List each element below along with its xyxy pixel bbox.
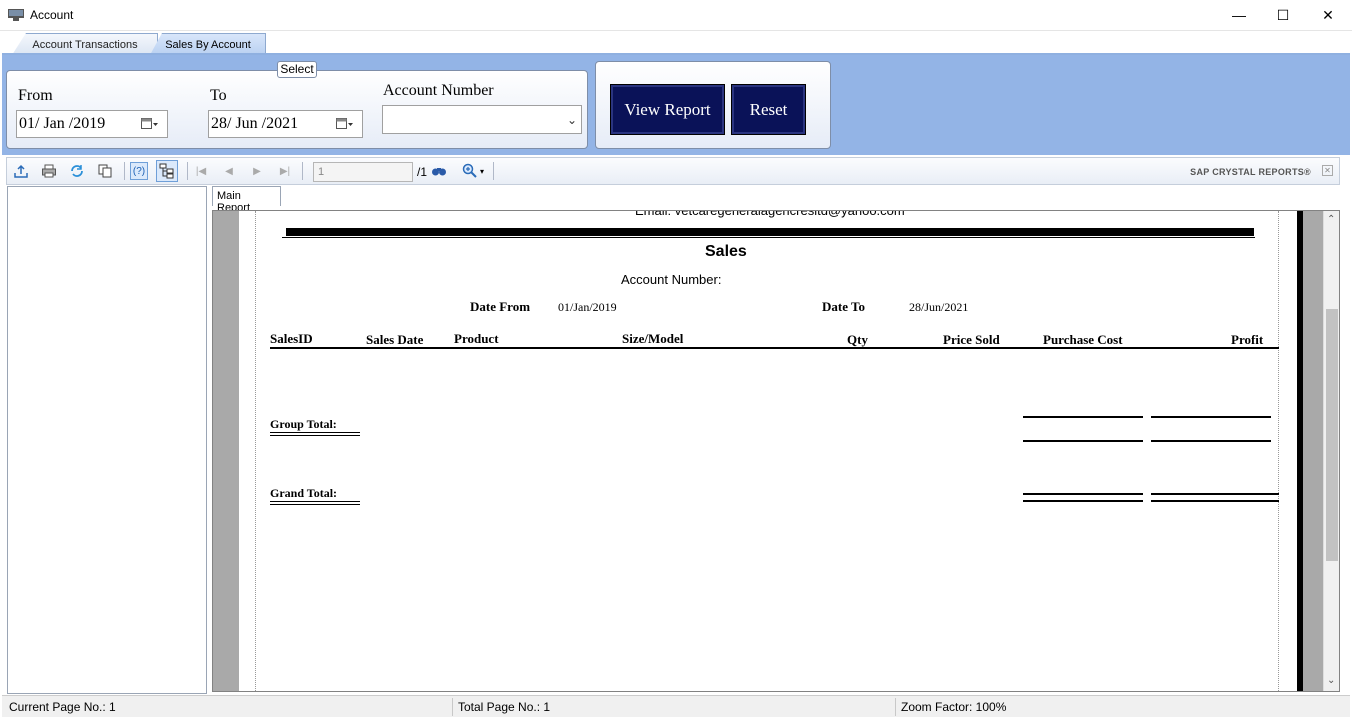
to-date-picker[interactable]: 28/ Jun /2021 xyxy=(208,110,363,138)
refresh-icon[interactable] xyxy=(68,162,86,180)
grand-total-underline xyxy=(270,501,360,502)
vertical-scrollbar[interactable]: ⌃ ⌄ xyxy=(1323,211,1339,691)
report-title: Sales xyxy=(705,243,747,260)
from-date-value: 01/ Jan /2019 xyxy=(19,115,106,132)
crystal-reports-brand: SAP CRYSTAL REPORTS® xyxy=(1190,167,1311,177)
tab-sales-by-account[interactable]: Sales By Account xyxy=(150,33,266,55)
toolbar-separator xyxy=(124,162,125,180)
from-label: From xyxy=(18,87,53,104)
column-header: Product xyxy=(454,331,499,346)
column-header: Profit xyxy=(1231,332,1264,347)
total-page-status: Total Page No.: 1 xyxy=(458,700,551,714)
status-bar: Current Page No.: 1 Total Page No.: 1 Zo… xyxy=(2,695,1350,717)
date-to-label: Date To xyxy=(822,299,865,314)
export-icon[interactable] xyxy=(12,162,30,180)
column-header-rule xyxy=(270,347,1279,349)
tab-account-transactions[interactable]: Account Transactions xyxy=(12,33,158,55)
app-icon xyxy=(8,9,24,21)
last-page-icon[interactable]: ▶| xyxy=(276,162,294,180)
group-total-underline xyxy=(270,435,360,436)
status-divider xyxy=(895,698,896,716)
scroll-thumb[interactable] xyxy=(1326,309,1338,561)
column-header: SalesID xyxy=(270,331,313,346)
column-header: Sales Date xyxy=(366,332,424,347)
account-number-label: Account Number xyxy=(383,82,494,99)
page-total-label: /1 xyxy=(417,165,428,179)
title-bar: Account — ☐ ✕ xyxy=(0,0,1352,31)
date-from-label: Date From xyxy=(470,299,531,314)
toolbar-separator xyxy=(302,162,303,180)
toolbar-separator xyxy=(493,162,494,180)
calendar-dropdown-icon[interactable] xyxy=(141,117,159,131)
group-total-underline xyxy=(270,432,360,433)
scroll-down-icon[interactable]: ⌄ xyxy=(1327,675,1335,686)
zoom-icon[interactable]: ▾ xyxy=(458,162,488,180)
minimize-button[interactable]: — xyxy=(1216,0,1262,30)
grand-total-line xyxy=(1151,493,1279,495)
column-header: Price Sold xyxy=(943,332,1000,347)
report-viewer-toolbar: (?) |◀ ◀ ▶ ▶| /1 ▾ SAP CRYSTAL REPORTS® … xyxy=(6,157,1340,185)
select-legend: Select xyxy=(277,61,317,78)
report-canvas: Email: vetcaregeneralagencresltd@yahoo.c… xyxy=(212,210,1340,692)
group-total-label: Group Total: xyxy=(270,417,337,431)
header-rule-thick xyxy=(286,228,1254,236)
print-icon[interactable] xyxy=(40,162,58,180)
to-label: To xyxy=(210,87,227,104)
first-page-icon[interactable]: |◀ xyxy=(192,162,210,180)
reset-button[interactable]: Reset xyxy=(731,84,806,135)
to-date-value: 28/ Jun /2021 xyxy=(211,115,299,132)
group-total-line xyxy=(1151,416,1271,418)
close-viewer-icon[interactable]: ✕ xyxy=(1322,165,1333,176)
column-header: Size/Model xyxy=(622,331,684,346)
page-number-input[interactable] xyxy=(313,162,413,182)
group-tree-icon[interactable] xyxy=(156,160,178,182)
close-button[interactable]: ✕ xyxy=(1305,0,1351,30)
main-report-tab[interactable]: Main Report xyxy=(212,186,281,214)
previous-page-icon[interactable]: ◀ xyxy=(220,162,238,180)
current-page-status: Current Page No.: 1 xyxy=(9,700,116,714)
account-number-combo[interactable]: ⌄ xyxy=(382,105,582,134)
grand-total-underline xyxy=(270,504,360,505)
grand-total-label: Grand Total: xyxy=(270,486,338,500)
find-icon[interactable] xyxy=(430,162,448,180)
group-total-line xyxy=(1023,416,1143,418)
chevron-down-icon[interactable]: ⌄ xyxy=(567,113,577,127)
account-number-caption: Account Number: xyxy=(621,272,722,287)
grand-total-line xyxy=(1151,500,1279,502)
group-total-line xyxy=(1023,440,1143,442)
column-header: Qty xyxy=(847,332,868,347)
email-line: Email: vetcaregeneralagencresltd@yahoo.c… xyxy=(635,210,905,218)
page-shadow xyxy=(1297,211,1303,691)
zoom-status: Zoom Factor: 100% xyxy=(901,700,1007,714)
group-total-line xyxy=(1151,440,1271,442)
from-date-picker[interactable]: 01/ Jan /2019 xyxy=(16,110,168,138)
header-rule-thin xyxy=(282,237,1255,238)
status-divider xyxy=(452,698,453,716)
date-to-value: 28/Jun/2021 xyxy=(909,300,969,314)
calendar-dropdown-icon[interactable] xyxy=(336,117,354,131)
copy-icon[interactable] xyxy=(96,162,114,180)
grand-total-line xyxy=(1023,493,1143,495)
next-page-icon[interactable]: ▶ xyxy=(248,162,266,180)
window-title: Account xyxy=(30,8,74,22)
toolbar-separator xyxy=(187,162,188,180)
report-page: Email: vetcaregeneralagencresltd@yahoo.c… xyxy=(239,211,1297,691)
maximize-button[interactable]: ☐ xyxy=(1260,0,1306,30)
column-header: Purchase Cost xyxy=(1043,332,1123,347)
help-icon[interactable]: (?) xyxy=(130,162,148,180)
page-margin-guide xyxy=(255,211,1279,691)
date-from-value: 01/Jan/2019 xyxy=(558,300,617,314)
view-report-button[interactable]: View Report xyxy=(610,84,725,135)
group-tree-panel[interactable] xyxy=(7,186,207,694)
grand-total-line xyxy=(1023,500,1143,502)
scroll-up-icon[interactable]: ⌃ xyxy=(1327,214,1335,225)
